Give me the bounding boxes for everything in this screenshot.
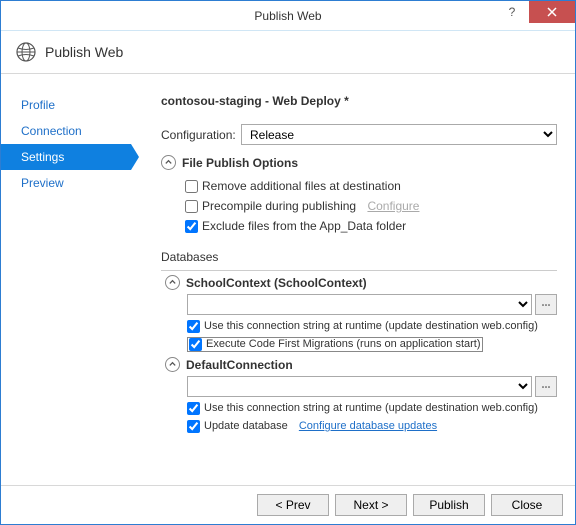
migrate-label: Execute Code First Migrations (runs on a… [206, 338, 481, 350]
browse-button[interactable] [535, 294, 557, 315]
use-conn-checkbox[interactable] [187, 402, 200, 415]
nav-profile[interactable]: Profile [1, 92, 131, 118]
update-db-checkbox[interactable] [187, 420, 200, 433]
precompile-row: Precompile during publishing Configure [185, 196, 557, 216]
window-title: Publish Web [254, 9, 321, 23]
conn-row-school [165, 294, 557, 315]
chevron-up-icon[interactable] [165, 275, 180, 290]
remove-additional-label: Remove additional files at destination [202, 179, 401, 193]
db-sub-school: Use this connection string at runtime (u… [165, 317, 557, 353]
db-name-default: DefaultConnection [186, 358, 293, 372]
exclude-appdata-label: Exclude files from the App_Data folder [202, 219, 406, 233]
browse-button[interactable] [535, 376, 557, 397]
profile-title: contosou-staging - Web Deploy * [161, 94, 557, 108]
db-head-default: DefaultConnection [165, 357, 557, 372]
next-button[interactable]: Next > [335, 494, 407, 516]
chevron-up-icon[interactable] [165, 357, 180, 372]
migrate-row-school: Execute Code First Migrations (runs on a… [187, 335, 557, 353]
window-controls: ? [495, 1, 575, 23]
config-select[interactable]: Release [241, 124, 557, 145]
conn-select-default[interactable] [187, 376, 532, 397]
dialog-header: Publish Web [1, 31, 575, 74]
config-label: Configuration: [161, 128, 233, 142]
chevron-up-icon[interactable] [161, 155, 176, 170]
conn-row-default [165, 376, 557, 397]
nav-settings[interactable]: Settings [1, 144, 131, 170]
use-conn-label: Use this connection string at runtime (u… [204, 320, 538, 332]
close-button[interactable] [529, 1, 575, 23]
file-publish-head: File Publish Options [161, 155, 557, 170]
remove-additional-checkbox[interactable] [185, 180, 198, 193]
nav-preview[interactable]: Preview [1, 170, 131, 196]
close-dialog-button[interactable]: Close [491, 494, 563, 516]
config-row: Configuration: Release [161, 124, 557, 145]
db-group-school: SchoolContext (SchoolContext) Use this c… [161, 275, 557, 353]
db-name-school: SchoolContext (SchoolContext) [186, 276, 367, 290]
file-publish-title: File Publish Options [182, 156, 298, 170]
conn-select-school[interactable] [187, 294, 532, 315]
nav-connection[interactable]: Connection [1, 118, 131, 144]
exclude-appdata-row: Exclude files from the App_Data folder [185, 216, 557, 236]
prev-button[interactable]: < Prev [257, 494, 329, 516]
main: Profile Connection Settings Preview cont… [1, 74, 575, 482]
exclude-appdata-checkbox[interactable] [185, 220, 198, 233]
footer: < Prev Next > Publish Close [1, 485, 575, 524]
db-head-school: SchoolContext (SchoolContext) [165, 275, 557, 290]
update-db-row: Update database Configure database updat… [187, 417, 557, 435]
remove-additional-row: Remove additional files at destination [185, 176, 557, 196]
migrate-checkbox[interactable] [189, 338, 202, 351]
db-group-default: DefaultConnection Use this connection st… [161, 357, 557, 435]
use-conn-row-school: Use this connection string at runtime (u… [187, 317, 557, 335]
precompile-configure-link[interactable]: Configure [367, 199, 419, 213]
db-sub-default: Use this connection string at runtime (u… [165, 399, 557, 435]
precompile-label: Precompile during publishing [202, 199, 356, 213]
use-conn-row-default: Use this connection string at runtime (u… [187, 399, 557, 417]
databases-title: Databases [161, 250, 557, 264]
precompile-checkbox[interactable] [185, 200, 198, 213]
content: contosou-staging - Web Deploy * Configur… [131, 74, 575, 482]
use-conn-checkbox[interactable] [187, 320, 200, 333]
header-title: Publish Web [45, 44, 123, 60]
titlebar: Publish Web ? [1, 1, 575, 31]
help-button[interactable]: ? [495, 1, 529, 23]
use-conn-label: Use this connection string at runtime (u… [204, 402, 538, 414]
publish-button[interactable]: Publish [413, 494, 485, 516]
globe-icon [15, 41, 37, 63]
divider [161, 270, 557, 271]
sidebar: Profile Connection Settings Preview [1, 74, 131, 482]
update-db-label: Update database [204, 420, 288, 432]
file-publish-options: Remove additional files at destination P… [161, 174, 557, 246]
configure-db-updates-link[interactable]: Configure database updates [299, 420, 437, 432]
